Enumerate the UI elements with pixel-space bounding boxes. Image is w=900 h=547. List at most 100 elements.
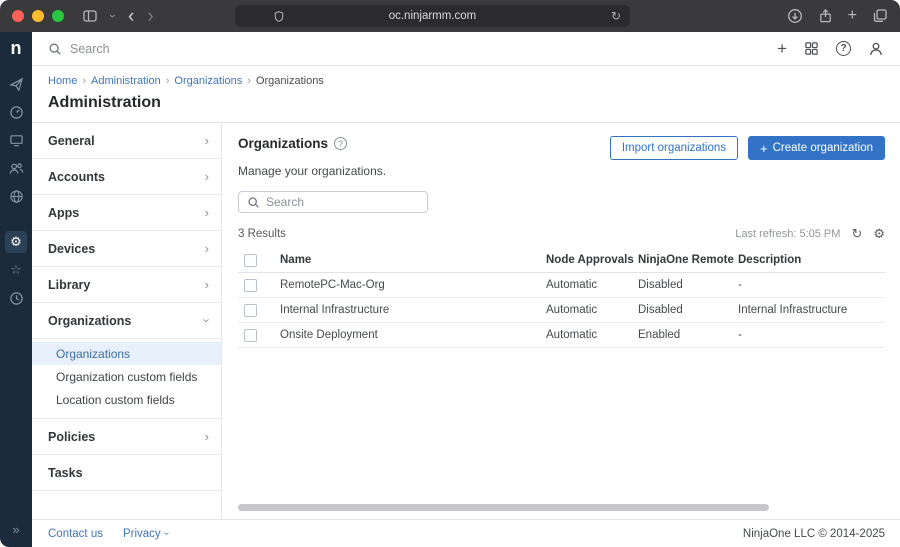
table-search-input[interactable] — [266, 195, 419, 209]
browser-window: › ‹ › oc.ninjarmm.com ↻ — [0, 0, 900, 547]
expand-rail-icon[interactable]: » — [12, 522, 19, 547]
tab-overview-icon[interactable] — [872, 8, 888, 24]
organizations-subnav: Organizations Organization custom fields… — [32, 339, 221, 419]
user-account-icon[interactable] — [868, 41, 884, 57]
dashboard-icon[interactable] — [5, 101, 27, 123]
url-text: oc.ninjarmm.com — [389, 10, 477, 22]
chevron-right-icon: › — [205, 277, 209, 292]
breadcrumb-home[interactable]: Home — [48, 75, 77, 87]
zoom-window-button[interactable] — [52, 10, 64, 22]
row-checkbox[interactable] — [244, 279, 257, 292]
web-apps-icon[interactable] — [5, 185, 27, 207]
titlebar-actions: + — [787, 7, 888, 25]
column-header-ninjaone-remote[interactable]: NinjaOne Remote — [638, 254, 738, 266]
sidebar-subitem-location-custom-fields[interactable]: Location custom fields — [32, 388, 221, 411]
import-organizations-button[interactable]: Import organizations — [610, 136, 738, 160]
sidebar-item-library[interactable]: Library › — [32, 267, 221, 303]
app-icon-rail: n — [0, 32, 32, 547]
privacy-shield-icon[interactable] — [273, 10, 285, 23]
sidebar-item-label: Devices — [48, 242, 95, 256]
select-all-checkbox[interactable] — [244, 254, 257, 267]
column-header-name[interactable]: Name — [280, 254, 546, 266]
table-search-box — [238, 191, 428, 213]
column-header-node-approvals[interactable]: Node Approvals — [546, 254, 638, 266]
description-cell: Internal Infrastructure — [738, 304, 885, 316]
sidebar-item-label: Accounts — [48, 170, 105, 184]
last-refresh-label: Last refresh: 5:05 PM — [735, 228, 840, 240]
recent-history-icon[interactable] — [5, 287, 27, 309]
new-tab-icon[interactable]: + — [848, 7, 857, 25]
contact-us-link[interactable]: Contact us — [48, 528, 103, 540]
row-checkbox[interactable] — [244, 304, 257, 317]
share-icon[interactable] — [818, 8, 833, 24]
table-row[interactable]: Internal Infrastructure Automatic Disabl… — [238, 298, 885, 323]
minimize-window-button[interactable] — [32, 10, 44, 22]
breadcrumb: Home › Administration › Organizations › … — [48, 75, 884, 87]
back-button[interactable]: ‹ — [128, 7, 134, 26]
help-tooltip-icon[interactable]: ? — [334, 137, 347, 150]
sidebar-toggle-icon[interactable] — [82, 8, 98, 24]
add-icon[interactable]: + — [777, 39, 787, 59]
ninjaone-remote-cell: Disabled — [638, 279, 738, 291]
refresh-icon[interactable]: ↻ — [851, 226, 862, 242]
devices-icon[interactable] — [5, 129, 27, 151]
org-name-cell[interactable]: RemotePC-Mac-Org — [280, 279, 546, 291]
favorites-star-icon[interactable]: ☆ — [5, 259, 27, 281]
getting-started-icon[interactable] — [5, 73, 27, 95]
sidebar-item-accounts[interactable]: Accounts › — [32, 159, 221, 195]
table-settings-gear-icon[interactable]: ⚙ — [873, 226, 885, 242]
browser-titlebar: › ‹ › oc.ninjarmm.com ↻ — [0, 0, 900, 32]
search-icon — [48, 42, 62, 56]
apps-grid-icon[interactable] — [804, 41, 819, 56]
sidebar-item-policies[interactable]: Policies › — [32, 419, 221, 455]
sidebar-item-devices[interactable]: Devices › — [32, 231, 221, 267]
row-checkbox[interactable] — [244, 329, 257, 342]
breadcrumb-current: Organizations — [256, 75, 324, 87]
ninjaone-logo[interactable]: n — [0, 32, 32, 65]
table-row[interactable]: RemotePC-Mac-Org Automatic Disabled - — [238, 273, 885, 298]
sidebar-item-apps[interactable]: Apps › — [32, 195, 221, 231]
sidebar-subitem-organization-custom-fields[interactable]: Organization custom fields — [32, 365, 221, 388]
org-name-cell[interactable]: Internal Infrastructure — [280, 304, 546, 316]
copyright-text: NinjaOne LLC © 2014-2025 — [743, 528, 885, 540]
privacy-link[interactable]: Privacy › — [123, 528, 168, 540]
org-name-cell[interactable]: Onsite Deployment — [280, 329, 546, 341]
chevron-down-icon: › — [161, 532, 172, 535]
administration-settings-icon[interactable]: ⚙ — [5, 231, 27, 253]
sidebar-item-organizations[interactable]: Organizations › — [32, 303, 221, 339]
horizontal-scrollbar-thumb[interactable] — [238, 504, 769, 511]
create-organization-label: Create organization — [773, 142, 873, 154]
sidebar-item-label: Apps — [48, 206, 79, 220]
table-row[interactable]: Onsite Deployment Automatic Enabled - — [238, 323, 885, 348]
sidebar-item-label: Policies — [48, 430, 95, 444]
ninjaone-remote-cell: Enabled — [638, 329, 738, 341]
sidebar-item-label: General — [48, 134, 95, 148]
downloads-icon[interactable] — [787, 8, 803, 24]
sidebar-chevron-down-icon[interactable]: › — [106, 14, 120, 18]
reload-icon[interactable]: ↻ — [611, 9, 621, 23]
ninjaone-remote-cell: Disabled — [638, 304, 738, 316]
breadcrumb-separator-icon: › — [166, 75, 170, 87]
forward-button[interactable]: › — [147, 7, 153, 26]
sidebar-item-tasks[interactable]: Tasks — [32, 455, 221, 491]
node-approvals-cell: Automatic — [546, 329, 638, 341]
close-window-button[interactable] — [12, 10, 24, 22]
sidebar-item-general[interactable]: General › — [32, 123, 221, 159]
node-approvals-cell: Automatic — [546, 304, 638, 316]
admin-sidebar: General › Accounts › Apps › Devices › — [32, 123, 222, 519]
app-header: + ? — [32, 32, 900, 66]
breadcrumb-organizations[interactable]: Organizations — [174, 75, 242, 87]
sidebar-item-label: Tasks — [48, 466, 83, 480]
table-header-row: Name Node Approvals NinjaOne Remote Desc… — [238, 248, 885, 273]
global-search-input[interactable] — [70, 42, 290, 56]
column-header-description[interactable]: Description — [738, 254, 885, 266]
browser-nav-controls: › ‹ › — [82, 7, 154, 26]
end-users-icon[interactable] — [5, 157, 27, 179]
window-controls — [12, 10, 64, 22]
sidebar-subitem-organizations[interactable]: Organizations — [32, 342, 221, 365]
address-bar[interactable]: oc.ninjarmm.com ↻ — [235, 5, 630, 27]
help-icon[interactable]: ? — [836, 41, 851, 56]
sidebar-item-label: Library — [48, 278, 90, 292]
breadcrumb-administration[interactable]: Administration — [91, 75, 161, 87]
create-organization-button[interactable]: + Create organization — [748, 136, 885, 160]
